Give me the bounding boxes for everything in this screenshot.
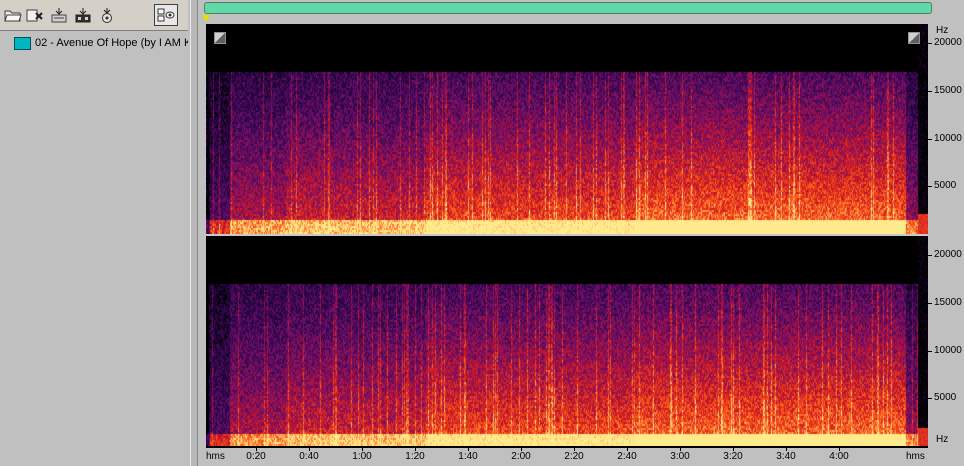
time-tick (733, 448, 734, 451)
frequency-tick-label: 10000 (934, 132, 962, 144)
file-list: 02 - Avenue Of Hope (by I AM KI (0, 31, 188, 466)
time-tick (468, 448, 469, 451)
frequency-tick (928, 398, 932, 400)
spectrogram[interactable] (206, 24, 928, 448)
time-tick (256, 448, 257, 451)
playhead-marker-icon[interactable] (202, 15, 210, 22)
time-tick (680, 448, 681, 451)
frequency-tick-label: 15000 (934, 296, 962, 308)
file-name: 02 - Avenue Of Hope (by I AM KI (35, 37, 188, 49)
insert-icon[interactable] (48, 4, 70, 26)
time-tick-label: 1:20 (405, 451, 425, 462)
time-tick-label: 2:20 (564, 451, 584, 462)
frequency-tick-label: 10000 (934, 344, 962, 356)
files-toolbar (0, 0, 188, 31)
time-tick-label: 2:00 (511, 451, 531, 462)
channel-left-spectrogram[interactable] (206, 24, 928, 234)
audio-file-icon (14, 36, 31, 50)
frequency-tick (928, 138, 932, 140)
time-tick (415, 448, 416, 451)
time-axis: hms 0:20 0:40 1:00 1:20 1:40 2:00 2:20 2:40 3:00… (206, 448, 928, 466)
time-tick-label: 3:40 (776, 451, 796, 462)
time-tick-label: 1:40 (458, 451, 478, 462)
frequency-tick-label: 15000 (934, 84, 962, 96)
time-tick-label: 2:40 (617, 451, 637, 462)
time-tick-label: 0:20 (246, 451, 266, 462)
time-tick (362, 448, 363, 451)
time-tick-label: 0:40 (299, 451, 319, 462)
files-panel: 02 - Avenue Of Hope (by I AM KI (0, 0, 188, 466)
frequency-tick-label: 20000 (934, 37, 962, 49)
hz-unit-label: Hz (936, 25, 949, 36)
frequency-tick (928, 43, 932, 45)
time-tick (521, 448, 522, 451)
time-tick (627, 448, 628, 451)
time-tick (786, 448, 787, 451)
hz-unit-label-bottom: Hz (936, 434, 949, 445)
mix-icon[interactable] (72, 4, 94, 26)
frequency-tick (928, 90, 932, 92)
frequency-axis: Hz 20000 15000 10000 5000 20000 15000 10000 500… (928, 24, 964, 448)
time-tick-label: 3:00 (670, 451, 690, 462)
time-tick-label: 4:00 (829, 451, 849, 462)
time-unit-label-end: hms (906, 451, 925, 462)
channel-right-spectrogram[interactable] (206, 236, 928, 446)
close-file-icon[interactable] (24, 4, 46, 26)
open-folder-icon[interactable] (2, 4, 24, 26)
time-tick (309, 448, 310, 451)
frequency-tick-label: 20000 (934, 249, 962, 261)
time-unit-label: hms (206, 451, 225, 462)
frequency-tick (928, 350, 932, 352)
record-icon[interactable] (96, 4, 118, 26)
time-tick-label: 1:00 (352, 451, 372, 462)
overview-bar[interactable] (204, 2, 932, 14)
frequency-tick (928, 186, 932, 188)
time-tick (839, 448, 840, 451)
frequency-tick (928, 255, 932, 257)
time-tick (574, 448, 575, 451)
view-options-icon[interactable] (154, 4, 178, 26)
zoom-square-icon[interactable] (214, 32, 226, 44)
frequency-tick (928, 302, 932, 304)
zoom-square-icon[interactable] (908, 32, 920, 44)
list-item[interactable]: 02 - Avenue Of Hope (by I AM KI (14, 35, 188, 51)
time-tick-label: 3:20 (723, 451, 743, 462)
frequency-tick-label: 5000 (934, 392, 957, 404)
panel-splitter[interactable] (188, 0, 198, 466)
frequency-tick-label: 5000 (934, 180, 957, 192)
